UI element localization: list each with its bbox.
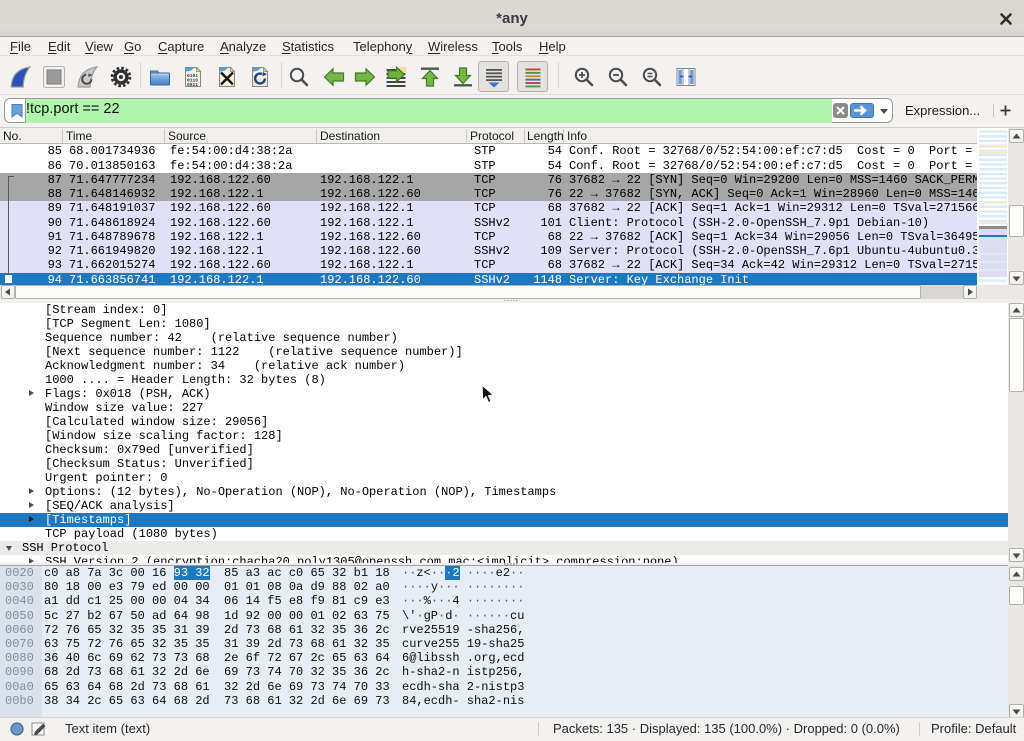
svg-text:0011: 0011 (187, 82, 198, 88)
